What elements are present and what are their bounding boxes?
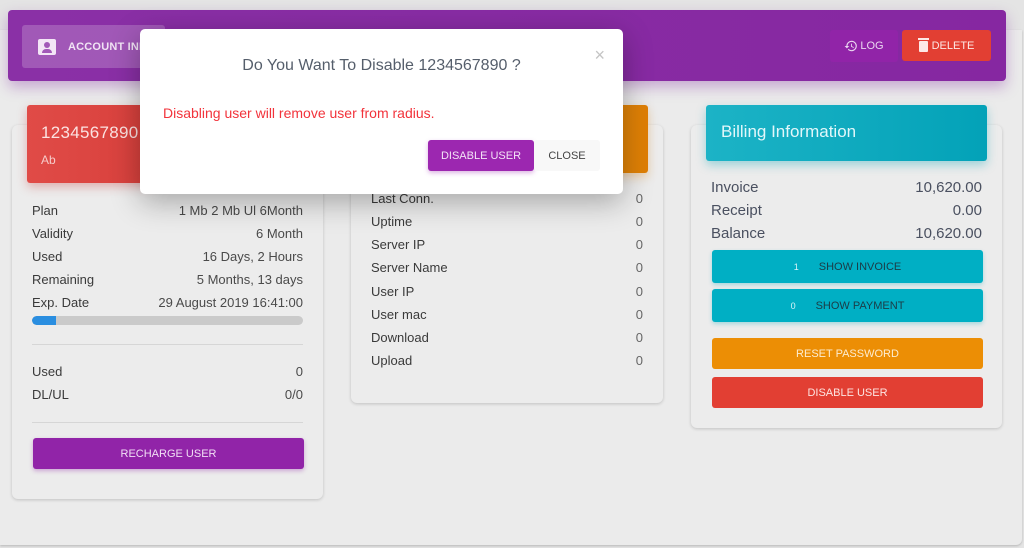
session-label: User IP <box>371 284 415 299</box>
billing-value: 10,620.00 <box>915 225 982 242</box>
reset-password-button[interactable]: RESET PASSWORD <box>712 338 983 369</box>
billing-label: Balance <box>711 225 766 242</box>
session-value: 0 <box>635 353 643 368</box>
session-label: Upload <box>371 353 413 368</box>
detail-label: Validity <box>32 226 73 241</box>
detail-label: Remaining <box>32 272 95 287</box>
modal-close-button[interactable]: CLOSE <box>534 140 600 171</box>
session-label: Download <box>371 330 429 345</box>
account-box-icon <box>38 38 56 55</box>
detail-label: Used <box>32 249 63 264</box>
session-row: User mac 0 <box>371 307 643 322</box>
detail-label: Plan <box>32 203 59 218</box>
confirm-disable-button[interactable]: DISABLE USER <box>428 140 534 171</box>
billing-label: Invoice <box>711 179 759 196</box>
billing-value: 0.00 <box>952 202 982 219</box>
billing-value: 10,620.00 <box>915 179 982 196</box>
billing-card-header: Billing Information <box>706 105 987 161</box>
session-value: 0 <box>635 237 643 252</box>
delete-label: DELETE <box>931 39 975 52</box>
billing-row: Receipt 0.00 <box>711 202 982 219</box>
payment-count-badge: 0 <box>790 300 796 311</box>
detail-value: 29 August 2019 16:41:00 <box>158 295 303 310</box>
show-invoice-button[interactable]: 1 SHOW INVOICE <box>712 250 983 283</box>
session-label: Server Name <box>371 260 448 275</box>
detail-value: 16 Days, 2 Hours <box>202 249 303 264</box>
session-value: 0 <box>635 330 643 345</box>
session-row: Uptime 0 <box>371 214 643 229</box>
session-value: 0 <box>635 284 643 299</box>
show-payment-button[interactable]: 0 SHOW PAYMENT <box>712 289 983 322</box>
disable-user-button[interactable]: DISABLE USER <box>712 377 983 408</box>
detail-row: Used 16 Days, 2 Hours <box>32 249 303 264</box>
validity-progress-fill <box>32 316 57 325</box>
session-value: 0 <box>635 214 643 229</box>
detail-label: Exp. Date <box>32 295 90 310</box>
usage-value: 0 <box>295 364 303 379</box>
modal-title: Do You Want To Disable 1234567890 ? <box>242 57 521 74</box>
session-row: Server IP 0 <box>371 237 643 252</box>
billing-row: Invoice 10,620.00 <box>711 179 982 196</box>
usage-row: DL/UL 0/0 <box>32 387 303 402</box>
detail-value: 6 Month <box>256 226 303 241</box>
validity-progress-bar <box>32 316 303 325</box>
session-row: User IP 0 <box>371 284 643 299</box>
session-label: User mac <box>371 307 427 322</box>
detail-row: Validity 6 Month <box>32 226 303 241</box>
usage-row: Used 0 <box>32 364 303 379</box>
trash-icon <box>917 38 929 52</box>
divider <box>32 344 303 345</box>
detail-value: 5 Months, 13 days <box>196 272 303 287</box>
usage-label: DL/UL <box>32 387 69 402</box>
username: 1234567890 <box>41 123 139 142</box>
log-button[interactable]: LOG <box>830 30 898 62</box>
show-payment-label: SHOW PAYMENT <box>815 299 905 312</box>
delete-button[interactable]: DELETE <box>902 30 991 61</box>
modal-message: Disabling user will remove user from rad… <box>163 105 435 121</box>
recharge-user-button[interactable]: RECHARGE USER <box>33 438 304 469</box>
session-label: Uptime <box>371 214 413 229</box>
detail-row: Remaining 5 Months, 13 days <box>32 272 303 287</box>
session-row: Upload 0 <box>371 353 643 368</box>
user-card-header: 1234567890 Ab <box>27 105 152 183</box>
session-value: 0 <box>635 260 643 275</box>
close-icon[interactable]: × <box>594 45 605 66</box>
detail-row: Plan 1 Mb 2 Mb Ul 6Month <box>32 203 303 218</box>
billing-label: Receipt <box>711 202 762 219</box>
divider <box>32 422 303 423</box>
session-value: 0 <box>635 307 643 322</box>
log-label: LOG <box>860 40 884 52</box>
usage-label: Used <box>32 364 63 379</box>
detail-row: Exp. Date 29 August 2019 16:41:00 <box>32 295 303 310</box>
history-icon <box>844 40 858 52</box>
disable-user-modal: Do You Want To Disable 1234567890 ? × Di… <box>140 29 623 194</box>
session-row: Server Name 0 <box>371 260 643 275</box>
invoice-count-badge: 1 <box>793 261 799 272</box>
session-row: Download 0 <box>371 330 643 345</box>
session-value: 0 <box>635 191 643 206</box>
billing-row: Balance 10,620.00 <box>711 225 982 242</box>
user-subtitle: Ab <box>41 153 56 167</box>
detail-value: 1 Mb 2 Mb Ul 6Month <box>178 203 303 218</box>
session-label: Server IP <box>371 237 426 252</box>
show-invoice-label: SHOW INVOICE <box>818 260 902 273</box>
usage-value: 0/0 <box>284 387 303 402</box>
